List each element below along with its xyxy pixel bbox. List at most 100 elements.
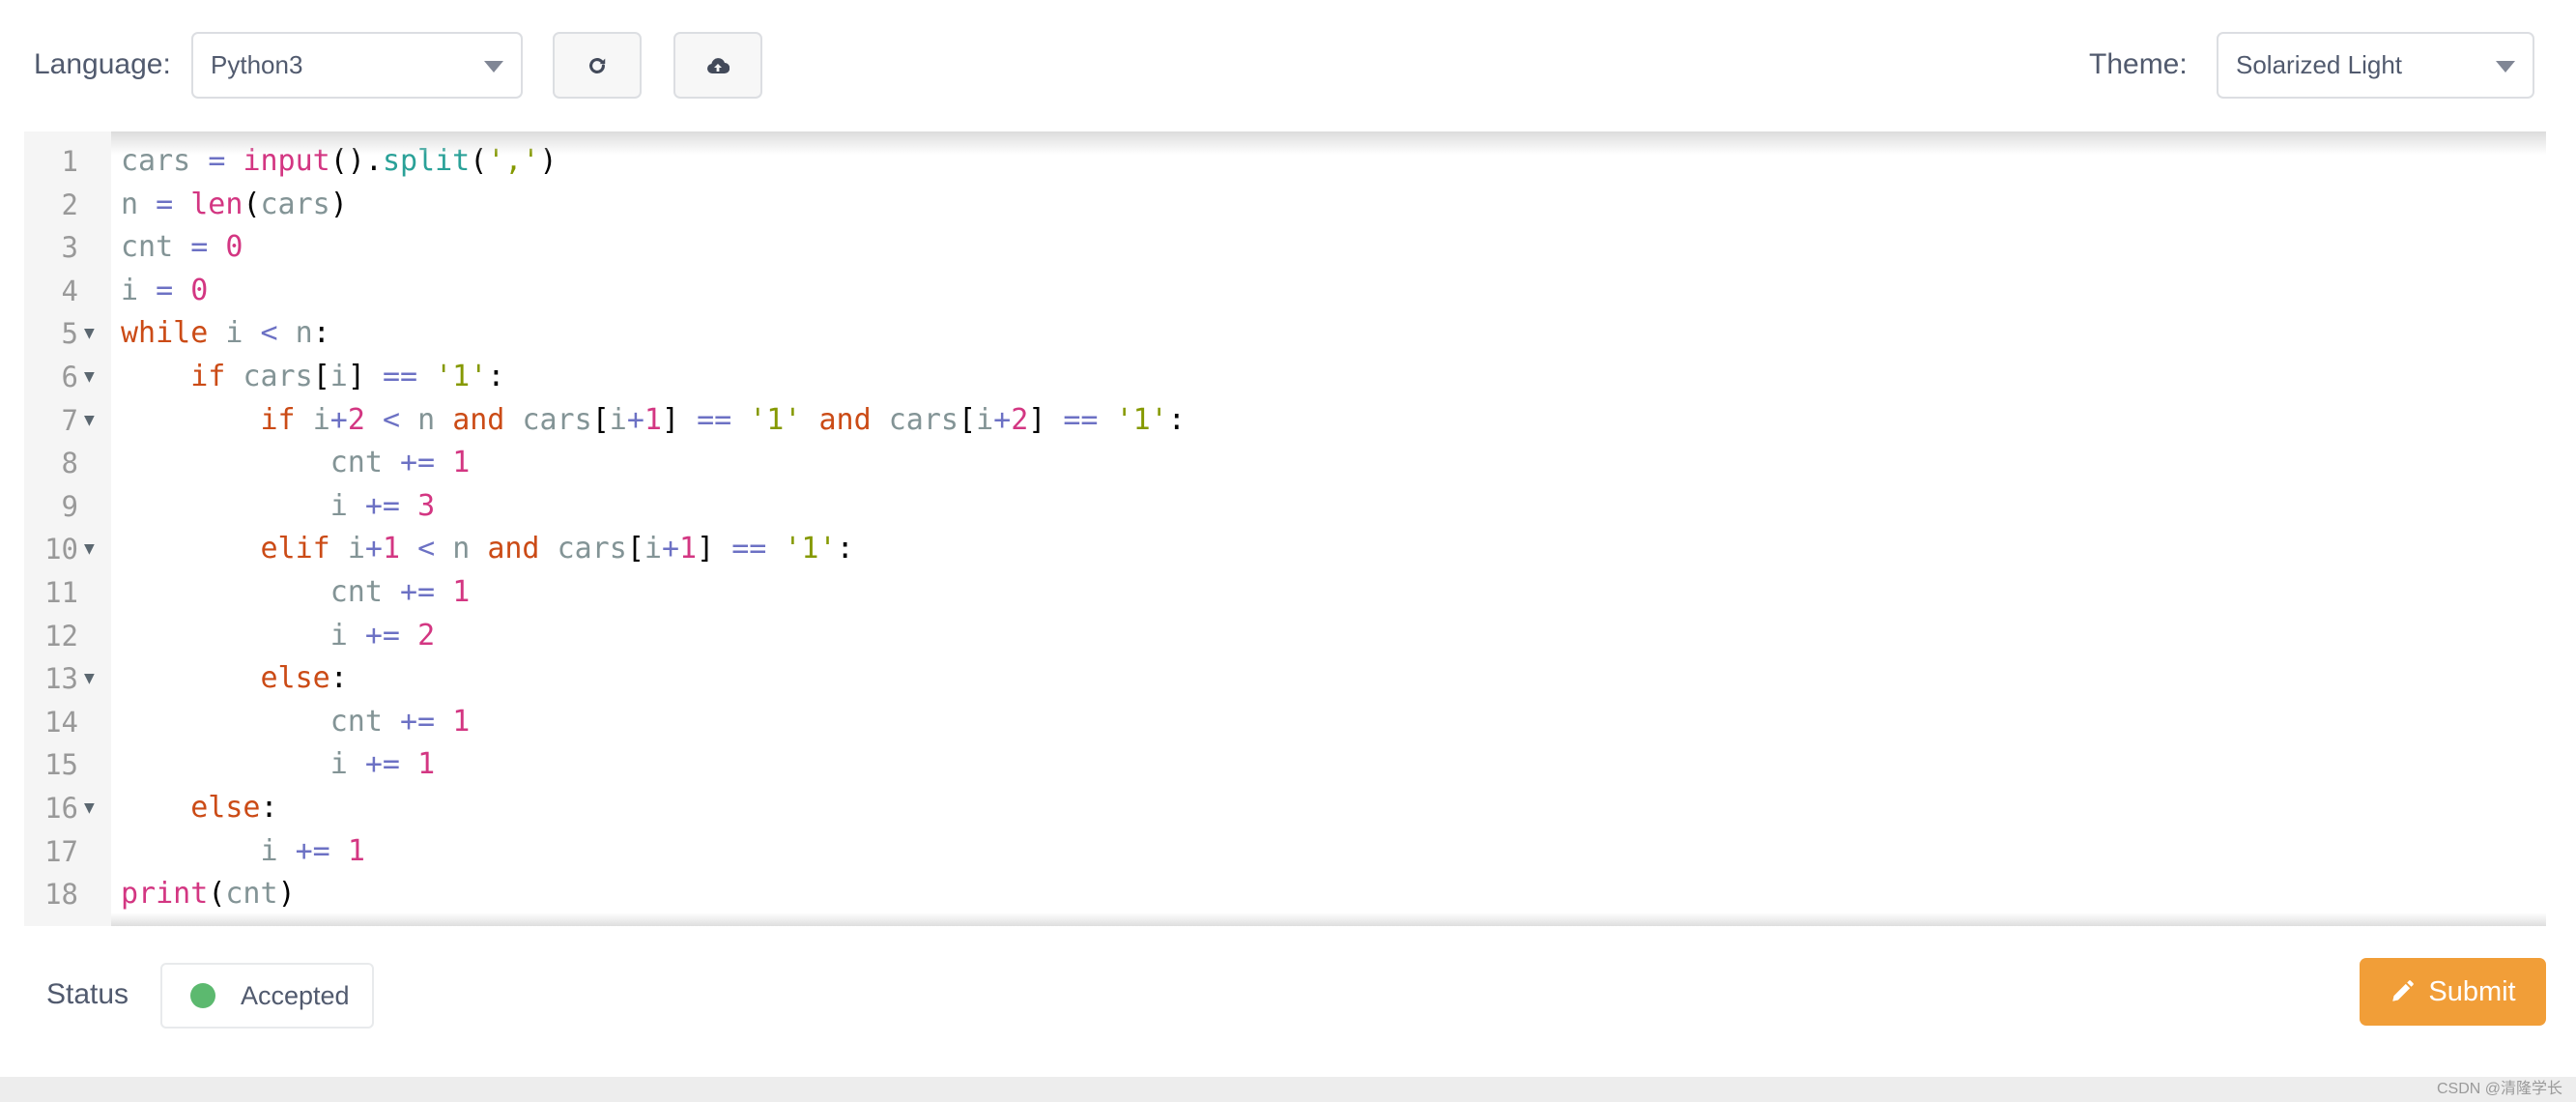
code-line[interactable]: 1 cars = input().split(',') bbox=[24, 140, 2546, 184]
fold-arrow-icon[interactable]: ▼ bbox=[84, 787, 95, 830]
code-line[interactable]: 13 ▼ else: bbox=[24, 657, 2546, 701]
code-token: ] bbox=[697, 532, 715, 566]
fold-arrow-icon[interactable]: ▼ bbox=[84, 312, 95, 356]
line-number: 9 bbox=[61, 489, 78, 523]
pencil-icon bbox=[2390, 979, 2415, 1004]
upload-button[interactable] bbox=[673, 32, 762, 99]
code-line[interactable]: 6 ▼ if cars[i] == '1': bbox=[24, 356, 2546, 399]
line-number: 16 bbox=[44, 791, 78, 825]
code-token: i bbox=[225, 316, 243, 351]
code-editor[interactable]: 1 cars = input().split(',') 2 n = len(cars)… bbox=[24, 131, 2546, 926]
line-number: 10 bbox=[44, 533, 78, 566]
code-line[interactable]: 8 cnt += 1 bbox=[24, 442, 2546, 485]
code-line[interactable]: 12 i += 2 bbox=[24, 615, 2546, 658]
code-token: < bbox=[382, 402, 400, 437]
code-token: += bbox=[364, 747, 400, 782]
code-line[interactable]: 16 ▼ else: bbox=[24, 787, 2546, 830]
reset-code-button[interactable] bbox=[553, 32, 642, 99]
code-token: [ bbox=[591, 402, 610, 437]
code-line[interactable]: 14 cnt += 1 bbox=[24, 701, 2546, 744]
code-token: i bbox=[329, 359, 348, 393]
code-line[interactable]: 9 i += 3 bbox=[24, 485, 2546, 529]
code-token: 1 bbox=[382, 532, 400, 566]
code-token: += bbox=[295, 833, 330, 868]
cloud-upload-icon bbox=[707, 57, 730, 73]
code-token: : bbox=[260, 790, 278, 825]
fold-arrow-icon[interactable]: ▼ bbox=[84, 657, 95, 701]
language-select[interactable]: Python3 bbox=[191, 32, 523, 99]
code-token: 0 bbox=[190, 273, 209, 307]
submit-label: Submit bbox=[2428, 975, 2516, 1007]
code-line[interactable]: 7 ▼ if i+2 < n and cars[i+1] == '1' and c… bbox=[24, 399, 2546, 443]
code-line[interactable]: 17 i += 1 bbox=[24, 830, 2546, 874]
code-token: and bbox=[452, 402, 505, 437]
code-text: if cars[i] == '1': bbox=[121, 356, 504, 399]
code-line[interactable]: 10 ▼ elif i+1 < n and cars[i+1] == '1': bbox=[24, 528, 2546, 571]
fold-arrow-icon[interactable]: ▼ bbox=[84, 528, 95, 571]
line-number: 18 bbox=[44, 878, 78, 912]
code-token: [ bbox=[626, 532, 644, 566]
code-token: 2 bbox=[1011, 402, 1029, 437]
line-number: 14 bbox=[44, 705, 78, 739]
code-token: i bbox=[121, 273, 139, 307]
code-token: cars bbox=[243, 359, 313, 393]
code-token: print bbox=[121, 877, 209, 912]
code-line[interactable]: 3 cnt = 0 bbox=[24, 226, 2546, 270]
code-token: if bbox=[190, 359, 226, 393]
code-line[interactable]: 11 cnt += 1 bbox=[24, 571, 2546, 615]
theme-select[interactable]: Solarized Light bbox=[2217, 32, 2534, 99]
code-token: 1 bbox=[417, 747, 436, 782]
chevron-down-icon bbox=[484, 60, 503, 72]
line-number: 11 bbox=[44, 575, 78, 609]
fold-arrow-icon[interactable]: ▼ bbox=[84, 356, 95, 399]
code-token: = bbox=[156, 273, 174, 307]
theme-select-value: Solarized Light bbox=[2236, 50, 2402, 79]
code-token: if bbox=[260, 402, 296, 437]
line-number: 15 bbox=[44, 748, 78, 782]
code-token: == bbox=[697, 402, 732, 437]
code-line[interactable]: 18 print(cnt) bbox=[24, 873, 2546, 916]
line-number: 1 bbox=[61, 145, 78, 178]
theme-label: Theme: bbox=[2089, 48, 2188, 80]
code-line[interactable]: 2 n = len(cars) bbox=[24, 184, 2546, 227]
code-token: i bbox=[644, 532, 662, 566]
code-line[interactable]: 5 ▼ while i < n: bbox=[24, 312, 2546, 356]
code-token: cars bbox=[260, 187, 330, 221]
code-line[interactable]: 4 i = 0 bbox=[24, 270, 2546, 313]
code-token: + bbox=[329, 402, 348, 437]
fold-arrow-icon[interactable]: ▼ bbox=[84, 399, 95, 443]
status-label: Status bbox=[46, 978, 129, 1010]
code-lines[interactable]: 1 cars = input().split(',') 2 n = len(cars)… bbox=[24, 140, 2546, 916]
code-text: if i+2 < n and cars[i+1] == '1' and cars… bbox=[121, 399, 1186, 443]
chevron-down-icon bbox=[2496, 60, 2515, 72]
code-text: cars = input().split(',') bbox=[121, 140, 558, 184]
submit-button[interactable]: Submit bbox=[2360, 958, 2546, 1026]
status-dot-icon bbox=[190, 983, 215, 1008]
code-token: 1 bbox=[644, 402, 662, 437]
code-line[interactable]: 15 i += 1 bbox=[24, 743, 2546, 787]
code-token: = bbox=[190, 230, 209, 265]
code-token: while bbox=[121, 316, 209, 351]
